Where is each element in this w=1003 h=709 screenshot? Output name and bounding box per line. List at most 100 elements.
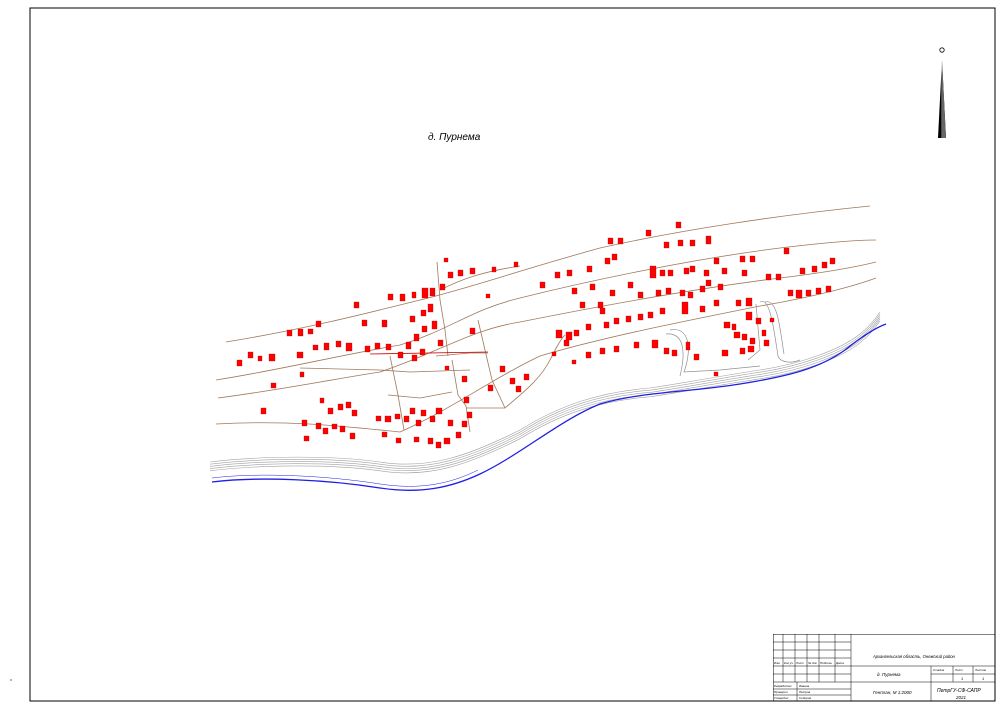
building xyxy=(260,407,267,415)
building xyxy=(731,323,737,331)
building xyxy=(603,321,610,329)
building xyxy=(337,403,344,411)
building xyxy=(443,257,449,263)
building xyxy=(427,437,434,445)
building xyxy=(413,436,420,443)
hdr-col-3: № док xyxy=(808,661,817,665)
building xyxy=(717,283,724,291)
building xyxy=(571,359,577,365)
lot-line xyxy=(477,319,506,409)
building xyxy=(403,415,410,423)
building xyxy=(651,339,659,349)
building xyxy=(783,247,790,255)
role-1-name: Петров xyxy=(799,690,811,694)
building xyxy=(419,348,426,356)
building xyxy=(491,266,497,273)
buildings-layer xyxy=(236,221,836,449)
building xyxy=(775,273,782,281)
building xyxy=(825,285,832,293)
building xyxy=(327,407,334,415)
building xyxy=(805,289,812,297)
building xyxy=(609,289,616,297)
building xyxy=(689,239,696,247)
building xyxy=(551,351,557,357)
building xyxy=(509,377,516,385)
building xyxy=(429,287,436,297)
road-edge xyxy=(209,314,881,467)
building xyxy=(699,285,706,293)
building xyxy=(455,431,462,439)
building xyxy=(705,279,712,287)
building xyxy=(312,344,319,351)
building xyxy=(721,267,728,275)
building xyxy=(315,422,322,430)
building xyxy=(645,229,652,237)
building xyxy=(655,289,662,297)
building xyxy=(699,305,706,313)
building xyxy=(469,327,476,335)
building xyxy=(799,267,806,275)
role-2-name: Сидоров xyxy=(799,696,811,700)
building xyxy=(303,435,310,442)
building xyxy=(439,283,446,291)
building xyxy=(409,315,416,323)
building xyxy=(351,409,358,417)
building xyxy=(394,413,401,420)
building xyxy=(397,351,404,359)
sheets-value: 1 xyxy=(982,676,984,681)
role-0: Разработал xyxy=(774,684,792,688)
building xyxy=(461,375,468,383)
role-0-name: Иванов xyxy=(799,684,810,688)
building xyxy=(739,255,746,263)
lot-line xyxy=(466,334,566,409)
building xyxy=(627,281,634,289)
building xyxy=(257,355,263,362)
building xyxy=(444,365,450,371)
sheet-value: 1 xyxy=(961,676,963,681)
building xyxy=(447,271,454,279)
building xyxy=(663,241,670,249)
building xyxy=(447,419,454,427)
building xyxy=(420,309,427,317)
building xyxy=(405,341,412,350)
building xyxy=(515,385,522,393)
building xyxy=(671,349,678,357)
building xyxy=(381,319,388,328)
title-block: Изм. Кол.уч Лист № док Подпись Дата Разр… xyxy=(773,634,995,701)
drawing-frame xyxy=(29,7,996,702)
building xyxy=(765,273,772,281)
building xyxy=(421,325,428,333)
contour-line xyxy=(299,367,471,373)
building xyxy=(319,397,325,404)
building xyxy=(604,257,611,265)
building xyxy=(735,299,742,307)
building xyxy=(296,351,304,359)
building xyxy=(571,287,578,295)
lot-line xyxy=(435,352,488,357)
region-text: Архангельская область, Онежский район xyxy=(872,654,956,659)
object-text: д. Пурнема xyxy=(877,672,901,677)
building xyxy=(613,317,620,325)
building xyxy=(705,235,712,245)
building xyxy=(443,437,451,445)
building xyxy=(763,339,770,347)
building xyxy=(665,287,672,295)
building xyxy=(297,328,304,337)
building xyxy=(555,329,563,339)
building xyxy=(599,307,606,315)
building xyxy=(435,407,443,415)
building xyxy=(747,345,755,353)
building xyxy=(647,311,654,319)
building xyxy=(523,373,530,381)
building xyxy=(589,283,596,291)
hdr-col-1: Кол.уч xyxy=(784,661,793,665)
building xyxy=(597,301,604,309)
road-edge xyxy=(209,311,881,465)
stage-label: Стадия xyxy=(933,668,945,672)
building xyxy=(415,419,422,427)
building xyxy=(385,343,392,351)
building xyxy=(755,317,762,325)
building xyxy=(361,319,368,327)
building xyxy=(745,311,753,321)
building xyxy=(677,239,684,247)
